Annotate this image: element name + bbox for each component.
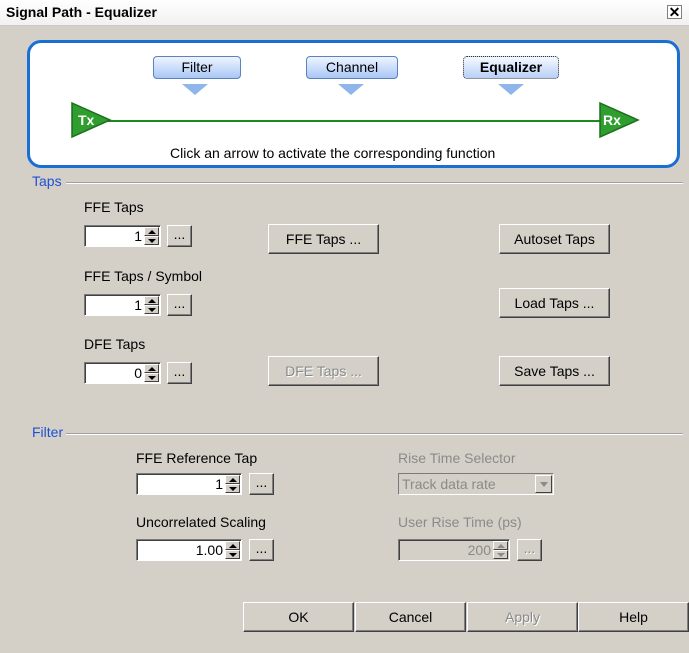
user-rise-time-browse-button[interactable]: ... — [517, 539, 542, 561]
ffe-taps-per-symbol-value: 1 — [134, 297, 142, 313]
close-icon: ✕ — [668, 4, 681, 20]
channel-path-button[interactable]: Channel — [306, 56, 398, 79]
equalizer-arrow-icon[interactable] — [498, 84, 524, 95]
uncorrelated-scaling-label: Uncorrelated Scaling — [136, 514, 266, 530]
filter-group-label: Filter — [32, 424, 66, 440]
close-button[interactable]: ✕ — [667, 5, 682, 19]
dfe-taps-browse-button[interactable]: ... — [167, 362, 192, 384]
cancel-button[interactable]: Cancel — [355, 602, 466, 632]
equalizer-path-button[interactable]: Equalizer — [463, 56, 559, 79]
rx-label: Rx — [603, 112, 621, 128]
tx-port-icon: Tx — [71, 101, 112, 139]
uncorrelated-scaling-spinner[interactable]: 1.00 — [136, 539, 242, 561]
title-bar: Signal Path - Equalizer ✕ — [0, 0, 689, 26]
ffe-taps-per-symbol-label: FFE Taps / Symbol — [84, 268, 203, 284]
ffe-taps-value: 1 — [134, 228, 142, 244]
spin-down-icon[interactable] — [144, 236, 159, 245]
tx-label: Tx — [78, 112, 95, 128]
spin-up-icon[interactable] — [144, 296, 159, 305]
ffe-reference-tap-spin-buttons[interactable] — [225, 475, 240, 493]
signal-line — [85, 120, 615, 122]
user-rise-time-value: 200 — [467, 542, 491, 558]
spin-down-icon[interactable] — [225, 550, 240, 559]
rx-port-icon: Rx — [599, 101, 640, 139]
ffe-taps-per-symbol-browse-button[interactable]: ... — [167, 294, 192, 316]
taps-group-label: Taps — [32, 173, 64, 189]
rise-time-selector-label: Rise Time Selector — [398, 450, 516, 466]
ffe-taps-button[interactable]: FFE Taps ... — [268, 224, 379, 254]
user-rise-time-label: User Rise Time (ps) — [398, 514, 522, 530]
help-button[interactable]: Help — [578, 602, 689, 632]
ffe-taps-spinner[interactable]: 1 — [84, 225, 161, 247]
autoset-taps-button[interactable]: Autoset Taps — [499, 224, 610, 254]
ffe-taps-browse-button[interactable]: ... — [167, 225, 192, 247]
dfe-taps-spin-buttons[interactable] — [144, 364, 159, 382]
spin-up-icon[interactable] — [144, 227, 159, 236]
spin-down-icon[interactable] — [493, 550, 508, 559]
filter-path-button[interactable]: Filter — [153, 56, 241, 79]
channel-path-label: Channel — [325, 59, 379, 75]
user-rise-time-spin-buttons[interactable] — [493, 541, 508, 559]
ffe-reference-tap-browse-button[interactable]: ... — [249, 473, 274, 495]
dfe-taps-button[interactable]: DFE Taps ... — [268, 356, 379, 386]
signal-path-hint: Click an arrow to activate the correspon… — [170, 145, 496, 161]
rise-time-selector-value: Track data rate — [402, 476, 496, 492]
filter-arrow-icon[interactable] — [182, 84, 208, 95]
spin-up-icon[interactable] — [225, 541, 240, 550]
spin-up-icon[interactable] — [493, 541, 508, 550]
ffe-taps-label: FFE Taps — [84, 199, 144, 215]
save-taps-button[interactable]: Save Taps ... — [499, 356, 610, 386]
window-title: Signal Path - Equalizer — [6, 4, 157, 20]
ffe-taps-per-symbol-spinner[interactable]: 1 — [84, 294, 161, 316]
load-taps-button[interactable]: Load Taps ... — [499, 288, 610, 318]
ffe-taps-spin-buttons[interactable] — [144, 227, 159, 245]
dfe-taps-value: 0 — [134, 365, 142, 381]
ok-button[interactable]: OK — [243, 602, 354, 632]
chevron-down-icon[interactable] — [535, 475, 552, 493]
equalizer-path-label: Equalizer — [479, 59, 543, 75]
user-rise-time-spinner[interactable]: 200 — [398, 539, 510, 561]
apply-button[interactable]: Apply — [467, 602, 578, 632]
filter-path-label: Filter — [181, 59, 213, 75]
ffe-taps-per-symbol-spin-buttons[interactable] — [144, 296, 159, 314]
filter-group-line — [66, 433, 683, 435]
dfe-taps-label: DFE Taps — [84, 336, 146, 352]
spin-down-icon[interactable] — [225, 484, 240, 493]
rise-time-selector-dropdown[interactable]: Track data rate — [398, 473, 554, 495]
ffe-reference-tap-label: FFE Reference Tap — [136, 450, 258, 466]
taps-group-line — [66, 182, 683, 184]
uncorrelated-scaling-browse-button[interactable]: ... — [249, 539, 274, 561]
spin-up-icon[interactable] — [144, 364, 159, 373]
ffe-reference-tap-value: 1 — [215, 476, 223, 492]
uncorrelated-scaling-value: 1.00 — [195, 542, 223, 558]
spin-up-icon[interactable] — [225, 475, 240, 484]
channel-arrow-icon[interactable] — [338, 84, 364, 95]
spin-down-icon[interactable] — [144, 305, 159, 314]
uncorrelated-scaling-spin-buttons[interactable] — [225, 541, 240, 559]
spin-down-icon[interactable] — [144, 373, 159, 382]
ffe-reference-tap-spinner[interactable]: 1 — [136, 473, 242, 495]
dfe-taps-spinner[interactable]: 0 — [84, 362, 161, 384]
